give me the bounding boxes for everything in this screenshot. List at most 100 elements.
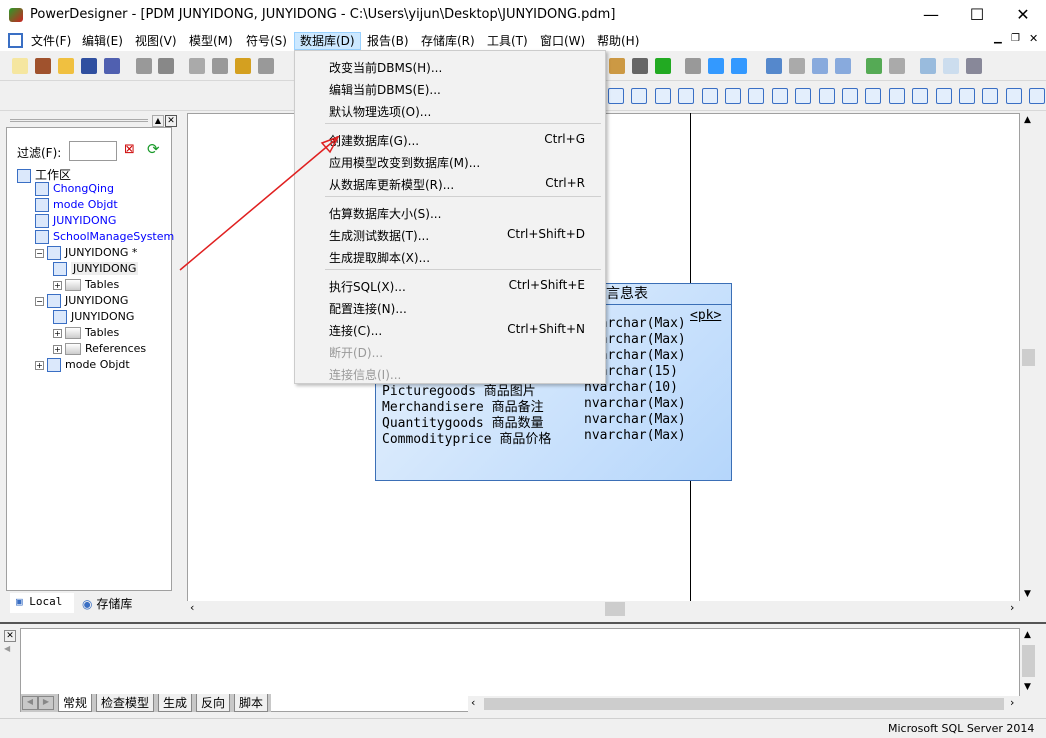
- filter-input[interactable]: [69, 141, 117, 161]
- output-tab-4[interactable]: 脚本: [234, 694, 269, 712]
- menu-6[interactable]: 报告(B): [362, 32, 414, 50]
- panel-close-button[interactable]: ✕: [165, 115, 177, 127]
- tree-item[interactable]: + Tables: [53, 278, 119, 291]
- output-vertical-scrollbar[interactable]: ▲ ▼: [1020, 628, 1037, 712]
- tab-repository[interactable]: ◉ 存储库: [78, 593, 136, 613]
- menu-item-9[interactable]: 执行SQL(X)... Ctrl+Shift+E: [295, 276, 605, 296]
- output-close-button[interactable]: ✕: [4, 630, 16, 642]
- menu-7[interactable]: 存储库(R): [416, 32, 480, 50]
- mdi-restore-button[interactable]: ❐: [1011, 33, 1020, 44]
- collapse-icon[interactable]: −: [35, 248, 44, 258]
- toolbar-icon-r5[interactable]: [731, 58, 747, 74]
- menu-item-4[interactable]: 应用模型改变到数据库(M)...: [295, 152, 605, 172]
- palette-tool-icon-14[interactable]: [935, 88, 952, 104]
- palette-tool-icon-6[interactable]: [748, 88, 765, 104]
- toolbar-icon-3[interactable]: [81, 58, 97, 74]
- menu-item-8[interactable]: 生成提取脚本(X)...: [295, 247, 605, 267]
- tree-item[interactable]: + Tables: [53, 326, 119, 339]
- palette-tool-icon-5[interactable]: [725, 88, 741, 104]
- output-horizontal-scrollbar[interactable]: ‹ ›: [468, 696, 1020, 712]
- palette-tool-icon-3[interactable]: [678, 88, 695, 104]
- tree-item[interactable]: − JUNYIDONG *: [35, 246, 137, 260]
- menu-1[interactable]: 编辑(E): [77, 32, 128, 50]
- palette-tool-icon-8[interactable]: [795, 88, 812, 104]
- toolbar-icon-r1[interactable]: [632, 58, 648, 74]
- menu-item-11[interactable]: 连接(C)... Ctrl+Shift+N: [295, 320, 605, 340]
- toolbar-icon-r3[interactable]: [685, 58, 701, 74]
- menu-4[interactable]: 符号(S): [241, 32, 292, 50]
- menu-0[interactable]: 文件(F): [26, 32, 76, 50]
- output-tab-2[interactable]: 生成: [158, 694, 193, 712]
- menu-item-10[interactable]: 配置连接(N)...: [295, 298, 605, 318]
- output-tab-0[interactable]: 常规: [58, 694, 93, 712]
- palette-tool-icon-2[interactable]: [654, 88, 671, 104]
- palette-tool-icon-1[interactable]: [631, 88, 648, 104]
- maximize-button[interactable]: ☐: [954, 0, 1000, 30]
- palette-tool-icon-13[interactable]: [912, 88, 929, 104]
- toolbar-icon-1[interactable]: [35, 58, 51, 74]
- tree-item[interactable]: − JUNYIDONG: [35, 294, 128, 308]
- toolbar-icon-4[interactable]: [104, 58, 120, 74]
- toolbar-icon-r6[interactable]: [766, 58, 782, 74]
- expand-icon[interactable]: +: [53, 328, 62, 338]
- toolbar-icon-r10[interactable]: [866, 58, 882, 74]
- toolbar-icon-0[interactable]: [12, 58, 28, 74]
- menu-item-1[interactable]: 编辑当前DBMS(E)...: [295, 79, 605, 99]
- tree-item[interactable]: + References: [53, 342, 146, 355]
- collapse-icon[interactable]: −: [35, 296, 44, 306]
- menu-item-5[interactable]: 从数据库更新模型(R)... Ctrl+R: [295, 174, 605, 194]
- toolbar-icon-8[interactable]: [212, 58, 228, 74]
- palette-tool-icon-4[interactable]: [701, 88, 718, 104]
- toolbar-icon-r13[interactable]: [943, 58, 959, 74]
- minimize-button[interactable]: —: [908, 0, 954, 30]
- canvas-vertical-scrollbar[interactable]: ▲ ▼: [1020, 113, 1037, 602]
- menu-10[interactable]: 帮助(H): [592, 32, 644, 50]
- toolbar-icon-10[interactable]: [258, 58, 274, 74]
- palette-tool-icon-10[interactable]: [842, 88, 858, 104]
- panel-maximize-button[interactable]: ▲: [152, 115, 164, 127]
- tab-scroll-left[interactable]: ◀: [22, 696, 38, 710]
- toolbar-icon-7[interactable]: [189, 58, 205, 74]
- tree-item[interactable]: ChongQing: [35, 182, 114, 196]
- palette-tool-icon-7[interactable]: [771, 88, 788, 104]
- toolbar-icon-r4[interactable]: [708, 58, 724, 74]
- toolbar-icon-5[interactable]: [136, 58, 152, 74]
- tree-item[interactable]: 工作区: [17, 166, 71, 183]
- toolbar-icon-r2[interactable]: [655, 58, 671, 74]
- tree-item[interactable]: mode Objdt: [35, 198, 118, 212]
- menu-3[interactable]: 模型(M): [184, 32, 238, 50]
- menu-9[interactable]: 窗口(W): [535, 32, 590, 50]
- tree-item[interactable]: JUNYIDONG: [53, 262, 139, 276]
- palette-tool-icon-17[interactable]: [1005, 88, 1022, 104]
- menu-item-3[interactable]: 创建数据库(G)... Ctrl+G: [295, 130, 605, 150]
- mdi-close-button[interactable]: ✕: [1029, 32, 1038, 45]
- toolbar-icon-r11[interactable]: [889, 58, 905, 74]
- expand-icon[interactable]: +: [53, 280, 62, 290]
- tab-local[interactable]: ▣ Local: [10, 593, 74, 613]
- refresh-icon[interactable]: ⟳: [147, 140, 160, 158]
- menu-item-6[interactable]: 估算数据库大小(S)...: [295, 203, 605, 223]
- menu-item-7[interactable]: 生成测试数据(T)... Ctrl+Shift+D: [295, 225, 605, 245]
- menu-8[interactable]: 工具(T): [482, 32, 533, 50]
- palette-tool-icon-16[interactable]: [982, 88, 999, 104]
- toolbar-icon-r9[interactable]: [835, 58, 851, 74]
- toolbar-icon-r0[interactable]: [609, 58, 625, 74]
- palette-tool-icon-15[interactable]: [959, 88, 975, 104]
- palette-tool-icon-0[interactable]: [608, 88, 624, 104]
- tree-item[interactable]: JUNYIDONG: [53, 310, 134, 324]
- output-collapse-button[interactable]: ◀: [4, 644, 16, 656]
- tab-scroll-right[interactable]: ▶: [38, 696, 54, 710]
- palette-tool-icon-12[interactable]: [888, 88, 905, 104]
- output-tab-3[interactable]: 反向: [196, 694, 231, 712]
- menu-2[interactable]: 视图(V): [130, 32, 182, 50]
- close-button[interactable]: ✕: [1000, 0, 1046, 30]
- toolbar-icon-r14[interactable]: [966, 58, 982, 74]
- toolbar-icon-r7[interactable]: [789, 58, 805, 74]
- menu-item-0[interactable]: 改变当前DBMS(H)...: [295, 57, 605, 77]
- toolbar-icon-r8[interactable]: [812, 58, 828, 74]
- splitter[interactable]: [0, 622, 1046, 624]
- tree-item[interactable]: JUNYIDONG: [35, 214, 116, 228]
- mdi-minimize-button[interactable]: ▁: [994, 33, 1002, 44]
- palette-tool-icon-18[interactable]: [1029, 88, 1046, 104]
- tree-item[interactable]: + mode Objdt: [35, 358, 130, 372]
